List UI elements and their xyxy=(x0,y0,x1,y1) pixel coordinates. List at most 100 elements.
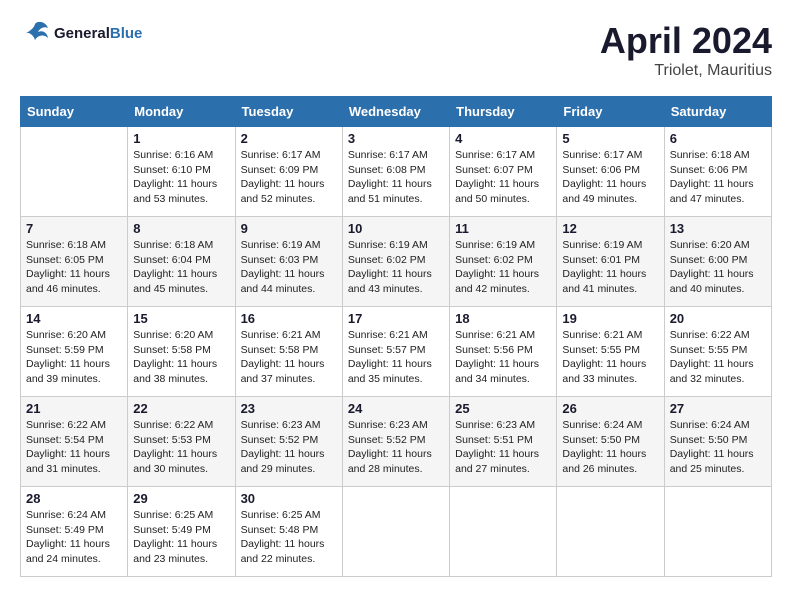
day-number: 23 xyxy=(241,401,337,416)
daylight-text: Daylight: 11 hours and 51 minutes. xyxy=(348,178,432,205)
daylight-text: Daylight: 11 hours and 34 minutes. xyxy=(455,358,539,385)
day-info: Sunrise: 6:19 AM Sunset: 6:02 PM Dayligh… xyxy=(455,238,551,297)
table-cell: 30 Sunrise: 6:25 AM Sunset: 5:48 PM Dayl… xyxy=(235,487,342,577)
sunrise-text: Sunrise: 6:19 AM xyxy=(241,239,321,251)
day-number: 3 xyxy=(348,131,444,146)
sunrise-text: Sunrise: 6:24 AM xyxy=(670,419,750,431)
day-number: 9 xyxy=(241,221,337,236)
day-number: 17 xyxy=(348,311,444,326)
logo: GeneralBlue xyxy=(20,20,142,48)
daylight-text: Daylight: 11 hours and 52 minutes. xyxy=(241,178,325,205)
table-cell: 4 Sunrise: 6:17 AM Sunset: 6:07 PM Dayli… xyxy=(450,127,557,217)
sunset-text: Sunset: 5:50 PM xyxy=(562,434,640,446)
sunset-text: Sunset: 5:56 PM xyxy=(455,344,533,356)
day-info: Sunrise: 6:25 AM Sunset: 5:48 PM Dayligh… xyxy=(241,508,337,567)
day-number: 30 xyxy=(241,491,337,506)
table-cell: 16 Sunrise: 6:21 AM Sunset: 5:58 PM Dayl… xyxy=(235,307,342,397)
daylight-text: Daylight: 11 hours and 28 minutes. xyxy=(348,448,432,475)
table-cell: 20 Sunrise: 6:22 AM Sunset: 5:55 PM Dayl… xyxy=(664,307,771,397)
sunrise-text: Sunrise: 6:25 AM xyxy=(133,509,213,521)
day-number: 8 xyxy=(133,221,229,236)
sunrise-text: Sunrise: 6:17 AM xyxy=(241,149,321,161)
daylight-text: Daylight: 11 hours and 33 minutes. xyxy=(562,358,646,385)
daylight-text: Daylight: 11 hours and 41 minutes. xyxy=(562,268,646,295)
header-friday: Friday xyxy=(557,97,664,127)
table-cell: 3 Sunrise: 6:17 AM Sunset: 6:08 PM Dayli… xyxy=(342,127,449,217)
day-info: Sunrise: 6:23 AM Sunset: 5:52 PM Dayligh… xyxy=(241,418,337,477)
sunrise-text: Sunrise: 6:20 AM xyxy=(133,329,213,341)
table-cell: 17 Sunrise: 6:21 AM Sunset: 5:57 PM Dayl… xyxy=(342,307,449,397)
daylight-text: Daylight: 11 hours and 40 minutes. xyxy=(670,268,754,295)
day-number: 20 xyxy=(670,311,766,326)
daylight-text: Daylight: 11 hours and 23 minutes. xyxy=(133,538,217,565)
daylight-text: Daylight: 11 hours and 39 minutes. xyxy=(26,358,110,385)
sunset-text: Sunset: 6:04 PM xyxy=(133,254,211,266)
sunrise-text: Sunrise: 6:18 AM xyxy=(670,149,750,161)
day-info: Sunrise: 6:17 AM Sunset: 6:09 PM Dayligh… xyxy=(241,148,337,207)
day-number: 16 xyxy=(241,311,337,326)
sunset-text: Sunset: 6:03 PM xyxy=(241,254,319,266)
day-info: Sunrise: 6:21 AM Sunset: 5:58 PM Dayligh… xyxy=(241,328,337,387)
sunset-text: Sunset: 6:07 PM xyxy=(455,164,533,176)
sunset-text: Sunset: 5:49 PM xyxy=(26,524,104,536)
day-number: 13 xyxy=(670,221,766,236)
header-sunday: Sunday xyxy=(21,97,128,127)
table-cell: 25 Sunrise: 6:23 AM Sunset: 5:51 PM Dayl… xyxy=(450,397,557,487)
day-info: Sunrise: 6:25 AM Sunset: 5:49 PM Dayligh… xyxy=(133,508,229,567)
page-header: GeneralBlue April 2024 Triolet, Mauritiu… xyxy=(20,20,772,80)
daylight-text: Daylight: 11 hours and 29 minutes. xyxy=(241,448,325,475)
table-cell: 11 Sunrise: 6:19 AM Sunset: 6:02 PM Dayl… xyxy=(450,217,557,307)
day-info: Sunrise: 6:17 AM Sunset: 6:08 PM Dayligh… xyxy=(348,148,444,207)
day-number: 2 xyxy=(241,131,337,146)
sunrise-text: Sunrise: 6:19 AM xyxy=(348,239,428,251)
week-row-4: 21 Sunrise: 6:22 AM Sunset: 5:54 PM Dayl… xyxy=(21,397,772,487)
day-info: Sunrise: 6:22 AM Sunset: 5:54 PM Dayligh… xyxy=(26,418,122,477)
day-info: Sunrise: 6:24 AM Sunset: 5:50 PM Dayligh… xyxy=(670,418,766,477)
week-row-2: 7 Sunrise: 6:18 AM Sunset: 6:05 PM Dayli… xyxy=(21,217,772,307)
sunset-text: Sunset: 5:48 PM xyxy=(241,524,319,536)
day-info: Sunrise: 6:24 AM Sunset: 5:50 PM Dayligh… xyxy=(562,418,658,477)
sunrise-text: Sunrise: 6:17 AM xyxy=(562,149,642,161)
sunset-text: Sunset: 5:55 PM xyxy=(562,344,640,356)
sunrise-text: Sunrise: 6:21 AM xyxy=(455,329,535,341)
day-info: Sunrise: 6:20 AM Sunset: 6:00 PM Dayligh… xyxy=(670,238,766,297)
title-block: April 2024 Triolet, Mauritius xyxy=(600,20,772,80)
daylight-text: Daylight: 11 hours and 49 minutes. xyxy=(562,178,646,205)
day-number: 18 xyxy=(455,311,551,326)
sunset-text: Sunset: 5:54 PM xyxy=(26,434,104,446)
sunrise-text: Sunrise: 6:24 AM xyxy=(26,509,106,521)
daylight-text: Daylight: 11 hours and 35 minutes. xyxy=(348,358,432,385)
day-number: 25 xyxy=(455,401,551,416)
sunset-text: Sunset: 6:05 PM xyxy=(26,254,104,266)
sunrise-text: Sunrise: 6:22 AM xyxy=(133,419,213,431)
header-saturday: Saturday xyxy=(664,97,771,127)
sunrise-text: Sunrise: 6:23 AM xyxy=(241,419,321,431)
daylight-text: Daylight: 11 hours and 43 minutes. xyxy=(348,268,432,295)
sunset-text: Sunset: 6:09 PM xyxy=(241,164,319,176)
day-info: Sunrise: 6:17 AM Sunset: 6:06 PM Dayligh… xyxy=(562,148,658,207)
sunset-text: Sunset: 5:50 PM xyxy=(670,434,748,446)
day-info: Sunrise: 6:22 AM Sunset: 5:53 PM Dayligh… xyxy=(133,418,229,477)
day-number: 1 xyxy=(133,131,229,146)
daylight-text: Daylight: 11 hours and 22 minutes. xyxy=(241,538,325,565)
table-cell: 21 Sunrise: 6:22 AM Sunset: 5:54 PM Dayl… xyxy=(21,397,128,487)
table-cell: 10 Sunrise: 6:19 AM Sunset: 6:02 PM Dayl… xyxy=(342,217,449,307)
day-info: Sunrise: 6:21 AM Sunset: 5:55 PM Dayligh… xyxy=(562,328,658,387)
sunrise-text: Sunrise: 6:20 AM xyxy=(670,239,750,251)
day-info: Sunrise: 6:21 AM Sunset: 5:56 PM Dayligh… xyxy=(455,328,551,387)
daylight-text: Daylight: 11 hours and 37 minutes. xyxy=(241,358,325,385)
daylight-text: Daylight: 11 hours and 32 minutes. xyxy=(670,358,754,385)
day-info: Sunrise: 6:16 AM Sunset: 6:10 PM Dayligh… xyxy=(133,148,229,207)
sunrise-text: Sunrise: 6:23 AM xyxy=(455,419,535,431)
day-info: Sunrise: 6:23 AM Sunset: 5:51 PM Dayligh… xyxy=(455,418,551,477)
sunrise-text: Sunrise: 6:17 AM xyxy=(348,149,428,161)
table-cell: 24 Sunrise: 6:23 AM Sunset: 5:52 PM Dayl… xyxy=(342,397,449,487)
day-number: 12 xyxy=(562,221,658,236)
sunset-text: Sunset: 6:01 PM xyxy=(562,254,640,266)
daylight-text: Daylight: 11 hours and 50 minutes. xyxy=(455,178,539,205)
week-row-3: 14 Sunrise: 6:20 AM Sunset: 5:59 PM Dayl… xyxy=(21,307,772,397)
sunrise-text: Sunrise: 6:17 AM xyxy=(455,149,535,161)
sunrise-text: Sunrise: 6:24 AM xyxy=(562,419,642,431)
sunrise-text: Sunrise: 6:22 AM xyxy=(670,329,750,341)
table-cell: 27 Sunrise: 6:24 AM Sunset: 5:50 PM Dayl… xyxy=(664,397,771,487)
